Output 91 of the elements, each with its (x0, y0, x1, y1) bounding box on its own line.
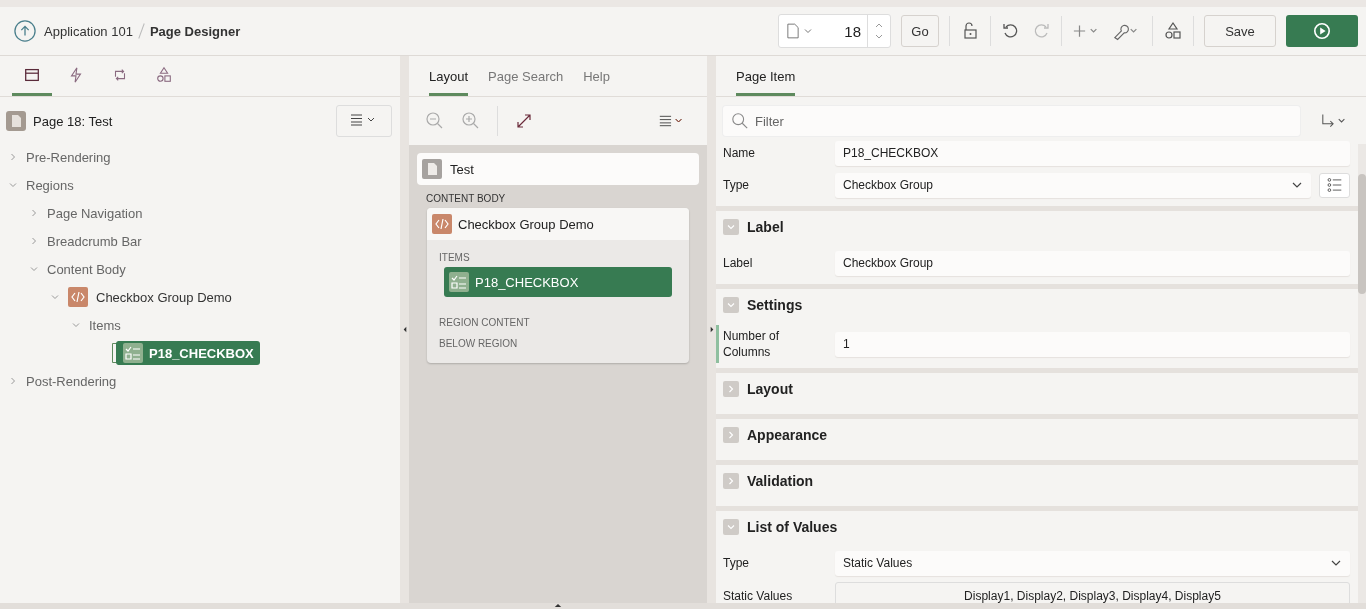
chevron-right-icon[interactable] (29, 208, 39, 218)
scrollbar[interactable] (1358, 144, 1366, 603)
property-label: Type (723, 555, 750, 571)
chevron-right-icon (726, 384, 736, 394)
expand-icon[interactable] (514, 111, 534, 131)
group-title: Layout (747, 381, 793, 397)
page-icon (6, 111, 26, 131)
checklist-icon (123, 343, 143, 363)
toggle-button[interactable] (723, 519, 739, 535)
caret-icon (803, 26, 813, 36)
save-button[interactable]: Save (1204, 15, 1276, 47)
position-label: CONTENT BODY (425, 192, 507, 206)
toggle-button[interactable] (723, 427, 739, 443)
chevron-right-icon (726, 476, 736, 486)
group-title: Label (747, 219, 784, 235)
select-field[interactable]: Static Values (835, 550, 1350, 576)
region-title: Checkbox Group Demo (458, 216, 594, 232)
page-selector[interactable]: 18 (778, 14, 891, 48)
go-button[interactable]: Go (901, 15, 939, 47)
menu-button[interactable] (336, 105, 392, 137)
property-label: Type (723, 177, 750, 193)
group-title: Settings (747, 297, 803, 313)
page-title: Page 18: Test (33, 113, 114, 129)
tree-node[interactable]: Items (89, 317, 121, 333)
page-icon (787, 23, 799, 39)
breadcrumb-link[interactable]: Page Designer (149, 23, 241, 39)
chevron-down-icon[interactable] (29, 264, 39, 274)
run-button[interactable] (1286, 15, 1358, 47)
toggle-button[interactable] (723, 297, 739, 313)
property-label: Number of Columns (723, 328, 781, 360)
chevron-down-icon[interactable] (50, 292, 60, 302)
select-field[interactable]: Checkbox Group (835, 172, 1311, 198)
layout-tab[interactable]: Help (583, 56, 610, 96)
scrollbar-thumb[interactable] (1358, 174, 1366, 294)
tree-node[interactable]: Page Navigation (47, 205, 143, 221)
shapes-icon (155, 65, 173, 84)
page-number: 18 (843, 22, 862, 40)
chevron-down-icon[interactable] (71, 320, 81, 330)
tree-node[interactable]: Post-Rendering (26, 373, 117, 389)
chevron-down-icon (726, 522, 736, 532)
layout-tab[interactable]: Page Search (488, 56, 564, 96)
search-icon (731, 112, 749, 130)
tree-node[interactable]: Content Body (47, 261, 126, 277)
position-label: REGION CONTENT (439, 316, 531, 330)
code-icon (68, 287, 88, 307)
property-field[interactable]: 1 (835, 331, 1350, 357)
shapes-icon[interactable] (1163, 21, 1183, 41)
group-title: Validation (747, 473, 814, 489)
tree-node[interactable]: Breadcrumb Bar (47, 233, 142, 249)
group-title: List of Values (747, 519, 838, 535)
filter-field[interactable]: Filter (723, 106, 1300, 136)
collapse-left-icon[interactable] (402, 326, 407, 333)
chevron-right-icon[interactable] (29, 236, 39, 246)
collapse-right-icon[interactable] (709, 326, 714, 333)
property-label: Label (723, 255, 754, 271)
position-label: BELOW REGION (439, 337, 519, 351)
page-name: Test (450, 161, 474, 177)
page-icon (422, 159, 442, 179)
property-field[interactable]: Checkbox Group (835, 250, 1350, 276)
zoom-in-icon[interactable] (461, 111, 481, 131)
property-label: Name (723, 145, 756, 161)
chevron-right-icon[interactable] (8, 376, 18, 386)
tree-node[interactable]: Checkbox Group Demo (96, 289, 232, 305)
list-button[interactable] (1319, 172, 1350, 198)
layout-tab[interactable]: Layout (429, 56, 469, 96)
list-icon (1326, 176, 1343, 194)
chevron-down-icon (726, 222, 736, 232)
lightning-icon (67, 65, 85, 84)
static-values-button[interactable]: Display1, Display2, Display3, Display4, Display5 (835, 582, 1350, 603)
code-icon (432, 214, 452, 234)
group-title: Appearance (747, 427, 828, 443)
toggle-button[interactable] (723, 473, 739, 489)
checklist-icon (449, 272, 469, 292)
tree-node[interactable]: Regions (26, 177, 74, 193)
toggle-button[interactable] (723, 219, 739, 235)
property-label: Static Values (723, 587, 794, 603)
page-card[interactable]: Test (417, 153, 699, 185)
page-item-tab[interactable]: Page Item (736, 56, 796, 96)
tree-node[interactable]: Pre-Rendering (26, 149, 111, 165)
chevron-right-icon (726, 430, 736, 440)
toggle-button[interactable] (723, 381, 739, 397)
item-tile[interactable]: P18_CHECKBOX (444, 267, 672, 297)
chevron-right-icon[interactable] (8, 152, 18, 162)
position-label: ITEMS (439, 251, 471, 265)
chevron-down-icon (726, 300, 736, 310)
breadcrumb-link[interactable]: Application 101 (44, 23, 133, 39)
zoom-out-icon[interactable] (425, 111, 445, 131)
chevron-down-icon[interactable] (8, 180, 18, 190)
play-icon (1313, 22, 1331, 40)
property-field[interactable]: P18_CHECKBOX (835, 140, 1350, 166)
region-card[interactable]: Checkbox Group Demo ITEMS P18_CHECKBOX REGION CONTENT BELOW REGION (427, 208, 689, 363)
